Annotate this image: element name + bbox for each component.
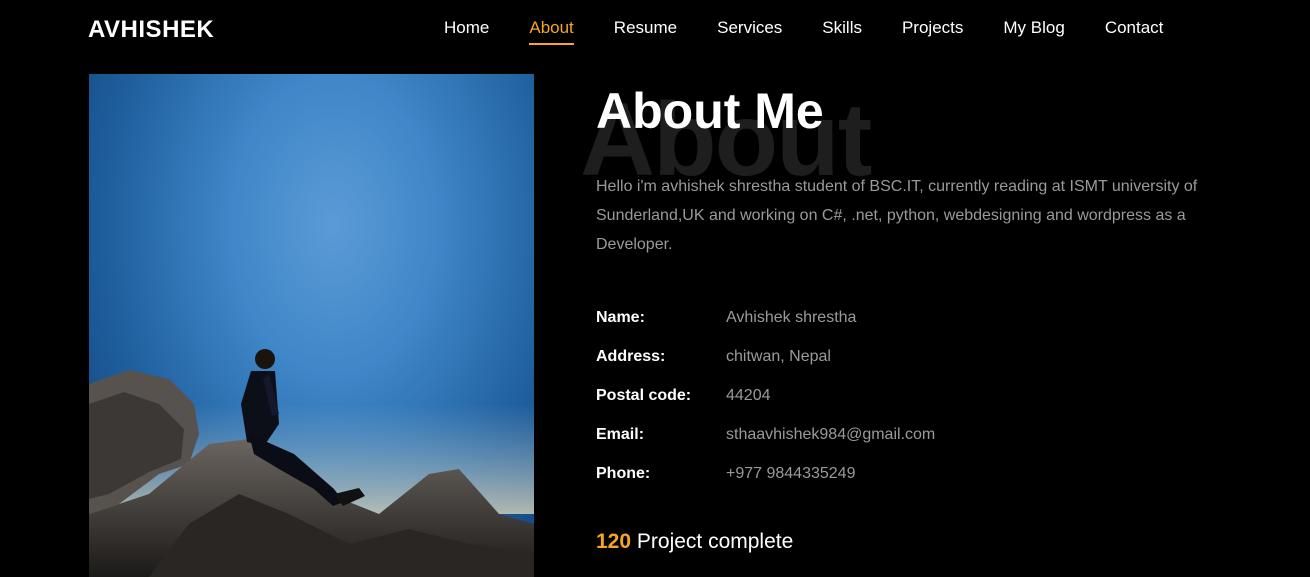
info-label: Postal code: bbox=[596, 386, 692, 404]
nav-my-blog[interactable]: My Blog bbox=[1003, 18, 1064, 42]
info-label: Name: bbox=[596, 308, 645, 326]
nav-contact[interactable]: Contact bbox=[1105, 18, 1164, 42]
main-nav: Home About Resume Services Skills Projec… bbox=[444, 18, 1164, 45]
info-value: 44204 bbox=[726, 386, 771, 404]
nav-projects[interactable]: Projects bbox=[902, 18, 963, 42]
info-row-phone: Phone: +977 9844335249 bbox=[596, 454, 935, 493]
nav-about[interactable]: About bbox=[529, 18, 575, 45]
info-row-email: Email: sthaavhishek984@gmail.com bbox=[596, 415, 935, 454]
nav-resume[interactable]: Resume bbox=[614, 18, 677, 42]
project-count-label: Project complete bbox=[636, 530, 794, 553]
info-value: +977 9844335249 bbox=[726, 464, 856, 482]
personal-info-list: Name: Avhishek shrestha Address: chitwan… bbox=[596, 298, 935, 493]
info-label: Phone: bbox=[596, 464, 651, 482]
info-label: Email: bbox=[596, 425, 645, 443]
info-value: Avhishek shrestha bbox=[726, 308, 857, 326]
info-row-name: Name: Avhishek shrestha bbox=[596, 298, 935, 337]
project-count-stat: 120 Project complete bbox=[596, 530, 793, 554]
page-title: About Me bbox=[596, 83, 824, 139]
nav-skills[interactable]: Skills bbox=[822, 18, 862, 42]
project-count-number: 120 bbox=[596, 530, 632, 553]
info-value: chitwan, Nepal bbox=[726, 347, 831, 365]
nav-services[interactable]: Services bbox=[717, 18, 782, 42]
info-value: sthaavhishek984@gmail.com bbox=[726, 425, 936, 443]
info-label: Address: bbox=[596, 347, 666, 365]
site-logo[interactable]: AVHISHEK bbox=[88, 16, 214, 44]
info-row-address: Address: chitwan, Nepal bbox=[596, 337, 935, 376]
nav-home[interactable]: Home bbox=[444, 18, 489, 42]
profile-photo bbox=[89, 74, 534, 577]
intro-paragraph: Hello i'm avhishek shrestha student of B… bbox=[596, 178, 1198, 253]
info-row-postal-code: Postal code: 44204 bbox=[596, 376, 935, 415]
